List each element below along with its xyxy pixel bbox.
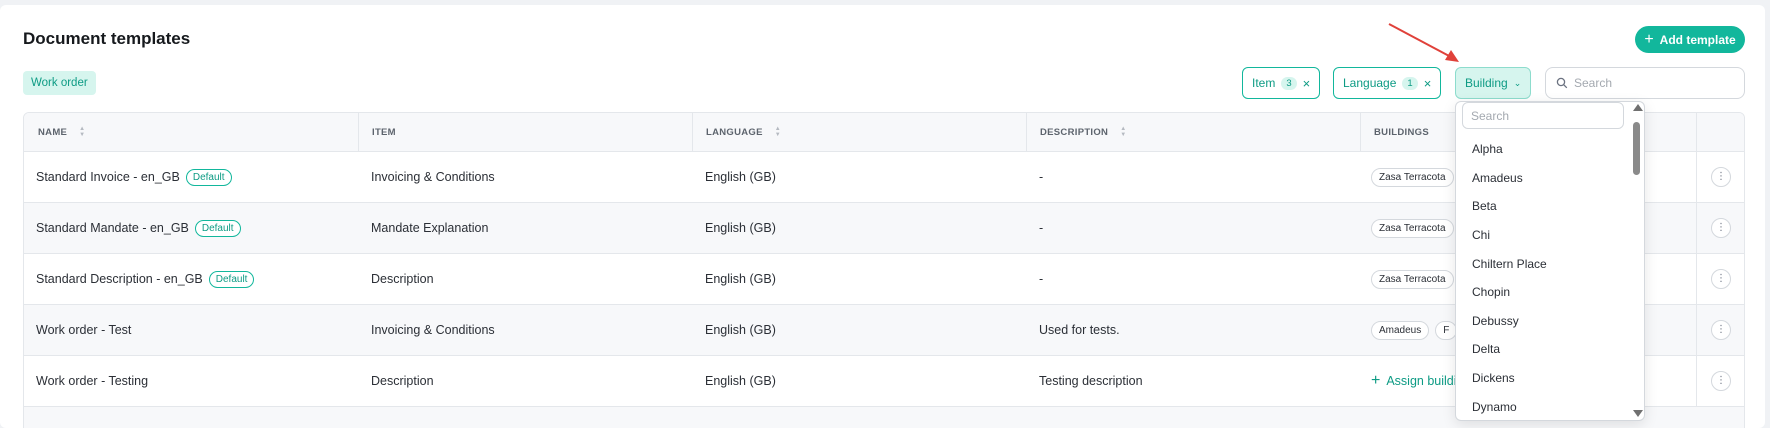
cell-name: Work order - Test: [36, 323, 132, 337]
filter-language-label: Language: [1343, 76, 1397, 90]
cell-name: Standard Invoice - en_GB Default: [24, 152, 358, 202]
default-badge: Default: [194, 219, 241, 237]
building-chip: Amadeus: [1371, 320, 1430, 340]
cell-language: English (GB): [705, 374, 776, 388]
close-icon[interactable]: ×: [1424, 76, 1432, 91]
dropdown-option[interactable]: Alpha: [1456, 135, 1628, 164]
cell-item: Description: [371, 272, 434, 286]
dropdown-scrollbar[interactable]: [1630, 102, 1644, 420]
cell-actions: ⋮: [1696, 305, 1744, 355]
more-actions-icon[interactable]: ⋮: [1711, 269, 1731, 289]
add-template-button[interactable]: + Add template: [1635, 26, 1745, 53]
search-box[interactable]: [1545, 67, 1745, 99]
dropdown-option[interactable]: Chi: [1456, 221, 1628, 250]
filter-building[interactable]: Building ⌄: [1455, 67, 1532, 99]
cell-description: -: [1039, 221, 1044, 235]
search-icon: [1556, 77, 1568, 89]
col-header-description[interactable]: DESCRIPTION ▲ ▼: [1026, 113, 1360, 151]
dropdown-option[interactable]: Dickens: [1456, 364, 1628, 393]
more-actions-icon[interactable]: ⋮: [1711, 320, 1731, 340]
default-badge: Default: [208, 270, 255, 288]
cell-item: Invoicing & Conditions: [371, 170, 495, 184]
cell-language: English (GB): [705, 221, 776, 235]
dropdown-option[interactable]: Debussy: [1456, 307, 1628, 336]
scroll-down-icon[interactable]: [1633, 410, 1643, 417]
cell-description: -: [1039, 170, 1044, 184]
filter-language-count: 1: [1402, 76, 1418, 90]
col-header-label: DESCRIPTION: [1040, 126, 1109, 138]
cell-actions: ⋮: [1696, 152, 1744, 202]
dropdown-option[interactable]: Beta: [1456, 192, 1628, 221]
filter-item[interactable]: Item 3 ×: [1242, 67, 1321, 99]
chevron-down-icon: ⌄: [1513, 77, 1522, 88]
plus-icon: +: [1371, 372, 1381, 389]
filter-item-count: 3: [1281, 76, 1297, 90]
default-badge: Default: [185, 168, 232, 186]
col-header-language[interactable]: LANGUAGE ▲ ▼: [692, 113, 1026, 151]
scroll-up-icon[interactable]: [1633, 104, 1643, 111]
building-dropdown[interactable]: Search Alpha Amadeus Beta Chi Chiltern P…: [1455, 101, 1645, 421]
active-tag-work-order[interactable]: Work order: [23, 71, 96, 95]
cell-actions: ⋮: [1696, 203, 1744, 253]
cell-description: Used for tests.: [1039, 323, 1120, 337]
cell-description: -: [1039, 272, 1044, 286]
cell-actions: ⋮: [1696, 254, 1744, 304]
close-icon[interactable]: ×: [1303, 76, 1311, 91]
dropdown-options: Alpha Amadeus Beta Chi Chiltern Place Ch…: [1456, 135, 1628, 420]
cell-name: Standard Description - en_GB Default: [24, 254, 358, 304]
sort-icon[interactable]: ▲ ▼: [775, 126, 781, 138]
cell-item: Mandate Explanation: [371, 221, 489, 235]
template-name: Standard Description - en_GB: [36, 272, 203, 286]
annotation-arrow: [1388, 23, 1459, 62]
sort-icon[interactable]: ▲ ▼: [79, 126, 85, 138]
column-divider: [1696, 113, 1697, 151]
col-header-label: LANGUAGE: [706, 126, 763, 138]
col-header-label: BUILDINGS: [1374, 126, 1429, 138]
dropdown-option[interactable]: Dynamo: [1456, 392, 1628, 420]
cell-item: Description: [371, 374, 434, 388]
cell-language: English (GB): [705, 272, 776, 286]
cell-actions: ⋮: [1696, 356, 1744, 406]
add-template-label: Add template: [1659, 32, 1736, 47]
page-title: Document templates: [23, 29, 191, 48]
more-actions-icon[interactable]: ⋮: [1711, 167, 1731, 187]
dropdown-option[interactable]: Amadeus: [1456, 164, 1628, 193]
search-input[interactable]: [1574, 76, 1734, 90]
col-header-name[interactable]: NAME ▲ ▼: [24, 113, 358, 151]
col-header-label: NAME: [38, 126, 68, 138]
cell-language: English (GB): [705, 323, 776, 337]
more-actions-icon[interactable]: ⋮: [1711, 371, 1731, 391]
cell-language: English (GB): [705, 170, 776, 184]
col-header-item: ITEM: [358, 113, 692, 151]
dropdown-option[interactable]: Delta: [1456, 335, 1628, 364]
col-header-label: ITEM: [372, 126, 396, 138]
dropdown-search-input[interactable]: Search: [1462, 102, 1624, 129]
dropdown-option[interactable]: Chopin: [1456, 278, 1628, 307]
scrollbar-thumb[interactable]: [1633, 122, 1640, 175]
more-actions-icon[interactable]: ⋮: [1711, 218, 1731, 238]
sort-icon[interactable]: ▲ ▼: [1120, 126, 1126, 138]
filter-building-label: Building: [1465, 76, 1508, 90]
cell-name: Standard Mandate - en_GB Default: [24, 203, 358, 253]
filter-item-label: Item: [1252, 76, 1276, 90]
template-name: Standard Mandate - en_GB: [36, 221, 189, 235]
dropdown-option[interactable]: Chiltern Place: [1456, 249, 1628, 278]
template-name: Standard Invoice - en_GB: [36, 170, 180, 184]
cell-item: Invoicing & Conditions: [371, 323, 495, 337]
building-chip: Zasa Terracota: [1371, 167, 1454, 187]
building-chip: Zasa Terracota: [1371, 218, 1454, 238]
building-chip: Zasa Terracota: [1371, 269, 1454, 289]
cell-name: Work order - Testing: [36, 374, 149, 388]
plus-icon: +: [1644, 30, 1654, 48]
filter-language[interactable]: Language 1 ×: [1333, 67, 1442, 99]
cell-description: Testing description: [1039, 374, 1143, 388]
